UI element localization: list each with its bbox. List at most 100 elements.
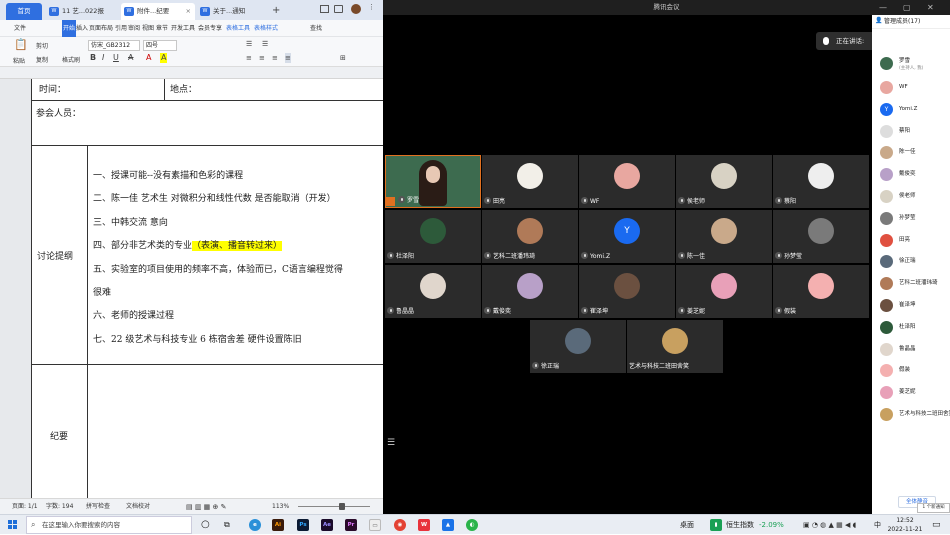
cut-button[interactable]: 剪切 bbox=[36, 41, 48, 50]
close-tab-icon[interactable]: × bbox=[186, 3, 191, 20]
numbering-icon[interactable]: ☰ bbox=[262, 39, 268, 49]
chrome-icon[interactable]: ◉ bbox=[394, 519, 406, 531]
video-tile[interactable]: 鲁晶晶 bbox=[385, 265, 481, 318]
video-tile[interactable]: 姜芝妮 bbox=[676, 265, 772, 318]
font-size-select[interactable]: 四号 bbox=[143, 40, 177, 51]
strikethrough-icon[interactable]: A bbox=[128, 53, 133, 63]
tab-doc-3[interactable]: W 关于...通知 bbox=[197, 3, 265, 20]
highlight-icon[interactable]: A bbox=[160, 53, 168, 63]
tab-doc-1[interactable]: W 11 艺...022报 bbox=[46, 3, 118, 20]
menu-member[interactable]: 会员专享 bbox=[198, 20, 222, 37]
video-tile[interactable]: 艺术与科技二班田舍笑 bbox=[627, 320, 723, 373]
avatar[interactable] bbox=[351, 4, 361, 14]
zoom-slider[interactable] bbox=[298, 506, 370, 507]
menu-start[interactable]: 开始 bbox=[62, 20, 77, 37]
windows-start-icon[interactable] bbox=[8, 520, 18, 530]
status-bar: 页面: 1/1 字数: 194 拼写检查 文档校对 ▤ ▥ ▦ ⊕ ✎ 113% bbox=[0, 498, 383, 514]
justify-icon[interactable]: ≡ bbox=[285, 53, 291, 63]
photoshop-icon[interactable]: Ps bbox=[297, 519, 309, 531]
paste-icon[interactable]: 📋 bbox=[14, 39, 28, 50]
tab-doc-2[interactable]: W 附件...纪要 × bbox=[121, 3, 195, 20]
paste-button[interactable]: 粘贴 bbox=[13, 56, 25, 65]
tab-home[interactable]: 首页 bbox=[6, 3, 42, 20]
borders-icon[interactable]: ⊞ bbox=[340, 53, 346, 63]
member-avatar bbox=[880, 168, 893, 182]
wps-icon[interactable]: W bbox=[418, 519, 430, 531]
stock-name[interactable]: 恒生指数 bbox=[726, 515, 754, 535]
bullets-icon[interactable]: ☰ bbox=[246, 39, 252, 49]
video-tile[interactable]: 徐正瑞 bbox=[530, 320, 626, 373]
cortana-icon[interactable]: ○ bbox=[201, 515, 210, 535]
menu-search[interactable]: 查找 bbox=[310, 20, 322, 37]
notification-toast[interactable]: 1 个新通知 bbox=[917, 503, 950, 513]
underline-icon[interactable]: U bbox=[113, 53, 119, 63]
video-tile[interactable]: 陈一佳 bbox=[676, 210, 772, 263]
view-icons[interactable]: ▤ ▥ ▦ ⊕ ✎ bbox=[186, 499, 226, 514]
ime-indicator[interactable]: 中 bbox=[874, 515, 881, 535]
video-tile[interactable]: WF bbox=[579, 155, 675, 208]
document-page[interactable]: 时间： 地点： 参会人员： 讨论提纲 纪要 一、授课可能--没有素描和色彩的课程… bbox=[31, 79, 383, 498]
presenter-video bbox=[419, 160, 447, 206]
more-icon[interactable]: ⋮ bbox=[368, 3, 375, 11]
italic-icon[interactable]: I bbox=[102, 53, 104, 63]
video-tile[interactable]: 孙梦莹 bbox=[773, 210, 869, 263]
task-view-icon[interactable]: ⧉ bbox=[224, 515, 230, 535]
search-box[interactable]: ⌕ 在这里输入你要搜索的内容 bbox=[26, 516, 192, 534]
video-tile[interactable]: 侯老师 bbox=[676, 155, 772, 208]
mic-icon bbox=[398, 196, 405, 203]
menu-view[interactable]: 视图 bbox=[142, 20, 154, 37]
menu-review[interactable]: 审阅 bbox=[128, 20, 140, 37]
minimize-icon[interactable]: — bbox=[879, 0, 887, 15]
video-tile[interactable]: 田亮 bbox=[482, 155, 578, 208]
video-tile[interactable]: 戴俊奕 bbox=[482, 265, 578, 318]
window-icon[interactable] bbox=[334, 5, 343, 13]
list-toggle-icon[interactable]: ☰ bbox=[387, 438, 395, 448]
align-center-icon[interactable]: ≡ bbox=[259, 53, 265, 63]
video-tile[interactable]: 艺科二班潘玮琦 bbox=[482, 210, 578, 263]
doc-proof[interactable]: 文档校对 bbox=[126, 499, 150, 514]
menu-table-style[interactable]: 表格样式 bbox=[254, 20, 278, 37]
notification-icon[interactable]: ▭ bbox=[932, 515, 941, 535]
menu-dev[interactable]: 开发工具 bbox=[171, 20, 195, 37]
folder-icon[interactable]: ▭ bbox=[369, 519, 381, 531]
copy-button[interactable]: 复制 bbox=[36, 55, 48, 64]
menu-chapter[interactable]: 章节 bbox=[156, 20, 168, 37]
font-color-icon[interactable]: A bbox=[146, 53, 151, 63]
clock[interactable]: 12:52 2022-11-21 bbox=[885, 516, 925, 534]
after-effects-icon[interactable]: Ae bbox=[321, 519, 333, 531]
video-tile[interactable]: 崔泽坤 bbox=[579, 265, 675, 318]
zoom-slider-handle[interactable] bbox=[339, 503, 345, 510]
meeting-app-icon[interactable]: ▲ bbox=[442, 519, 454, 531]
video-tile[interactable]: 杜泽阳 bbox=[385, 210, 481, 263]
close-icon[interactable]: ✕ bbox=[927, 0, 934, 15]
wechat-icon[interactable]: ◐ bbox=[466, 519, 478, 531]
video-tile[interactable]: 假装 bbox=[773, 265, 869, 318]
menu-ref[interactable]: 引用 bbox=[115, 20, 127, 37]
format-painter-button[interactable]: 格式刷 bbox=[62, 55, 80, 64]
desktop-label[interactable]: 桌面 bbox=[680, 515, 694, 535]
align-right-icon[interactable]: ≡ bbox=[272, 53, 278, 63]
word-count[interactable]: 字数: 194 bbox=[46, 499, 73, 514]
new-tab-button[interactable]: + bbox=[272, 3, 280, 18]
menu-layout[interactable]: 页面布局 bbox=[89, 20, 113, 37]
edge-icon[interactable]: e bbox=[249, 519, 261, 531]
layout-icon[interactable] bbox=[320, 5, 329, 13]
wps-tab-bar: 首页 W 11 艺...022报 W 附件...纪要 × W 关于...通知 +… bbox=[0, 0, 383, 20]
premiere-icon[interactable]: Pr bbox=[345, 519, 357, 531]
align-left-icon[interactable]: ≡ bbox=[246, 53, 252, 63]
tray-icons[interactable]: ▣ ◔ ◍ ▲ ▦ ◀ ◖ bbox=[803, 515, 856, 535]
video-tile[interactable]: 罗雪 bbox=[385, 155, 481, 208]
spell-check[interactable]: 拼写检查 bbox=[86, 499, 110, 514]
mic-icon bbox=[775, 252, 782, 259]
maximize-icon[interactable]: ▢ bbox=[903, 0, 911, 15]
menu-table-tools[interactable]: 表格工具 bbox=[226, 20, 250, 37]
doc-icon: W bbox=[124, 7, 134, 16]
bold-icon[interactable]: B bbox=[90, 53, 96, 63]
video-tile[interactable]: 蔡阳 bbox=[773, 155, 869, 208]
font-family-select[interactable]: 仿宋_GB2312 bbox=[88, 40, 140, 51]
menu-file[interactable]: 文件 bbox=[14, 20, 26, 37]
illustrator-icon[interactable]: Ai bbox=[272, 519, 284, 531]
video-tile[interactable]: Y Yomi.Z bbox=[579, 210, 675, 263]
menu-insert[interactable]: 插入 bbox=[76, 20, 88, 37]
ruler[interactable] bbox=[0, 67, 383, 79]
